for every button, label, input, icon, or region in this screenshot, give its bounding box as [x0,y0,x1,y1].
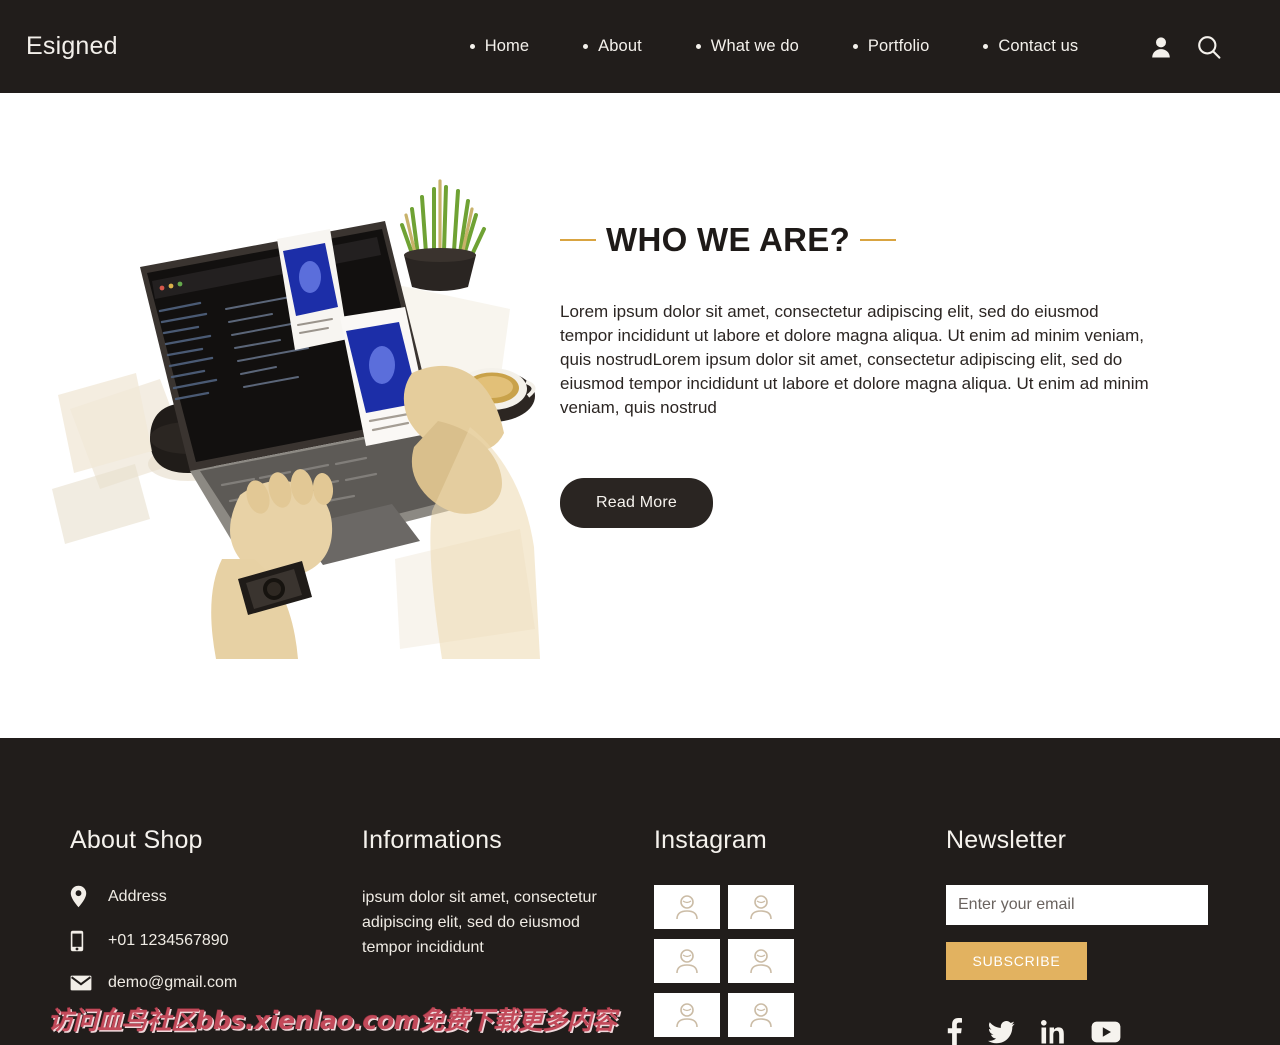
broken-image-avatar-icon [750,949,772,974]
contact-text: +01 1234567890 [108,932,229,949]
instagram-thumb[interactable] [728,885,794,929]
instagram-thumb[interactable] [654,993,720,1037]
page-title: WHO WE ARE? [606,221,851,258]
instagram-thumb[interactable] [728,993,794,1037]
search-icon[interactable] [1196,34,1222,60]
contact-text: demo@gmail.com [108,974,238,991]
nav-item-portfolio[interactable]: Portfolio [852,33,930,60]
footer-heading-about-shop: About Shop [70,826,203,854]
title-rule-right [860,238,897,241]
section-title-row: WHO WE ARE? [560,223,1224,256]
hero-image [20,159,560,659]
site-footer: About Shop Address +01 1234567890 demo@g… [0,738,1280,1045]
instagram-thumbnail-grid [654,885,946,1037]
footer-column-about-shop: About Shop Address +01 1234567890 demo@g… [70,826,362,1045]
contact-row-address[interactable]: Address [70,885,362,908]
laptop-workspace-illustration [40,159,540,659]
contact-text: Address [108,887,167,905]
broken-image-avatar-icon [676,949,698,974]
header-actions [1148,34,1222,60]
nav-item-label: Portfolio [867,37,930,55]
broken-image-avatar-icon [750,895,772,920]
brand-logo[interactable]: Esigned [26,32,118,61]
footer-column-instagram: Instagram [654,826,946,1045]
broken-image-avatar-icon [750,1003,772,1028]
instagram-thumb[interactable] [654,885,720,929]
footer-columns: About Shop Address +01 1234567890 demo@g… [0,738,1280,1045]
bullet-icon [695,44,701,49]
nav-item-about[interactable]: About [583,33,642,60]
read-more-button[interactable]: Read More [560,478,713,528]
hero-text-block: WHO WE ARE? Lorem ipsum dolor sit amet, … [560,93,1280,528]
instagram-thumb[interactable] [654,939,720,983]
user-icon[interactable] [1148,34,1174,60]
nav-item-label: Contact us [998,37,1079,55]
contact-row-email[interactable]: demo@gmail.com [70,974,362,992]
social-links [946,1018,1246,1045]
footer-heading-instagram: Instagram [654,826,767,854]
bullet-icon [469,44,475,49]
nav-item-what-we-do[interactable]: What we do [695,33,799,60]
broken-image-avatar-icon [676,895,698,920]
envelope-icon [70,975,98,991]
bullet-icon [983,44,989,49]
phone-icon [70,930,98,952]
twitter-icon[interactable] [988,1020,1015,1044]
nav-item-label: Home [484,37,530,55]
nav-item-label: About [598,37,642,55]
hero-paragraph: Lorem ipsum dolor sit amet, consectetur … [560,302,1149,417]
footer-heading-newsletter: Newsletter [946,826,1067,854]
instagram-thumb[interactable] [728,939,794,983]
nav-item-home[interactable]: Home [469,33,530,60]
site-header: Esigned Home About What we do Portfolio … [0,0,1280,93]
footer-heading-informations: Informations [362,826,502,854]
bullet-icon [583,44,589,49]
subscribe-button[interactable]: SUBSCRIBE [946,942,1087,980]
footer-column-newsletter: Newsletter SUBSCRIBE [946,826,1246,1045]
title-rule-left [560,238,596,241]
contact-row-phone[interactable]: +01 1234567890 [70,930,362,952]
location-pin-icon [70,885,98,908]
youtube-icon[interactable] [1091,1021,1121,1043]
informations-text: ipsum dolor sit amet, consectetur adipis… [362,889,597,956]
bullet-icon [852,44,858,49]
broken-image-avatar-icon [676,1003,698,1028]
nav-item-label: What we do [710,37,799,55]
linkedin-icon[interactable] [1041,1020,1065,1044]
facebook-icon[interactable] [946,1018,962,1045]
email-field[interactable] [946,885,1208,925]
main-navigation: Home About What we do Portfolio Contact … [469,33,1132,60]
footer-column-informations: Informations ipsum dolor sit amet, conse… [362,826,654,1045]
nav-item-contact-us[interactable]: Contact us [983,33,1078,60]
who-we-are-section: WHO WE ARE? Lorem ipsum dolor sit amet, … [0,93,1280,738]
